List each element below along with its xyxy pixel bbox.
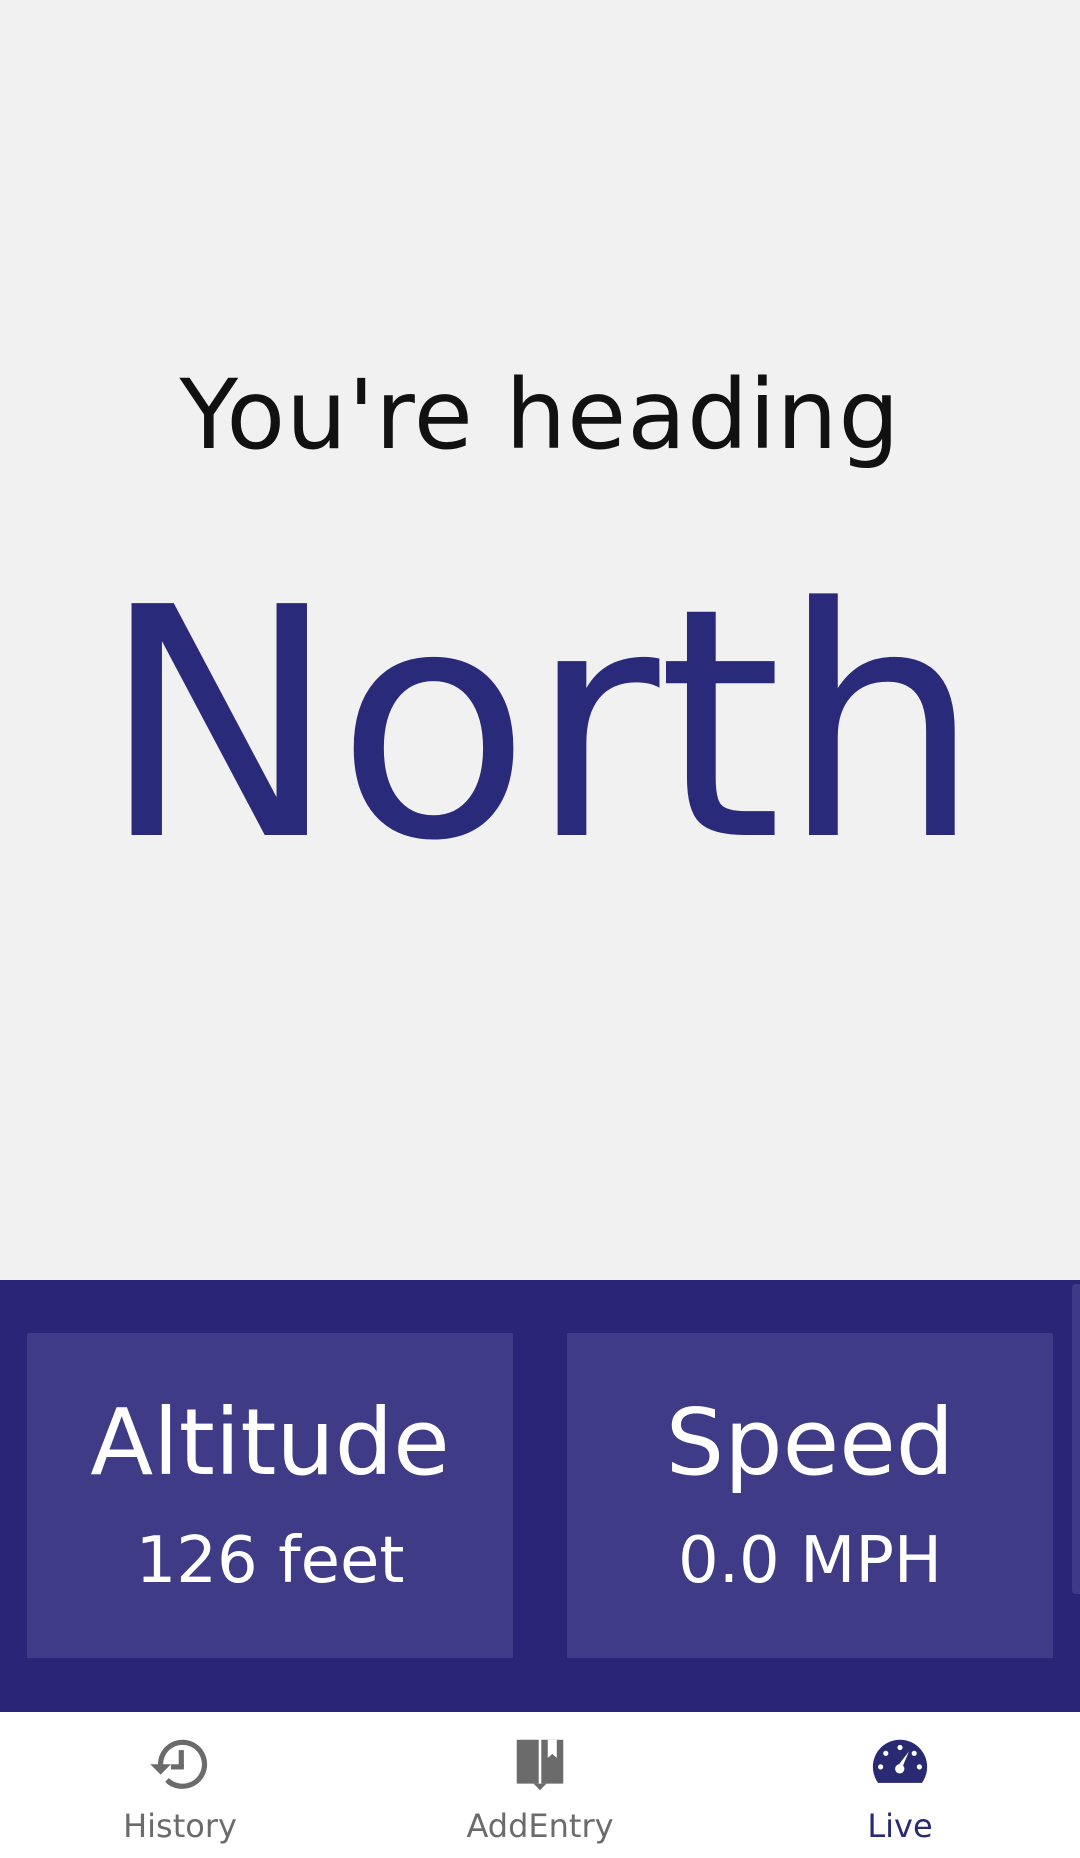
altitude-value: 126 feet bbox=[135, 1524, 405, 1598]
nav-label-history: History bbox=[123, 1807, 237, 1845]
heading-direction: North bbox=[100, 540, 981, 910]
speed-title: Speed bbox=[665, 1389, 955, 1496]
nav-item-live[interactable]: Live bbox=[720, 1712, 1080, 1858]
heading-display: You're heading North bbox=[0, 0, 1080, 1280]
book-icon bbox=[509, 1732, 571, 1794]
speedometer-icon bbox=[869, 1732, 931, 1794]
bottom-navigation: History AddEntry Live bbox=[0, 1712, 1080, 1858]
nav-item-history[interactable]: History bbox=[0, 1712, 360, 1858]
stats-scrollbar[interactable] bbox=[1072, 1284, 1080, 1594]
speed-value: 0.0 MPH bbox=[677, 1524, 943, 1598]
heading-label: You're heading bbox=[179, 359, 901, 471]
altitude-card: Altitude 126 feet bbox=[27, 1333, 513, 1658]
nav-label-addentry: AddEntry bbox=[466, 1807, 614, 1845]
nav-item-addentry[interactable]: AddEntry bbox=[360, 1712, 720, 1858]
history-icon bbox=[149, 1732, 211, 1794]
nav-label-live: Live bbox=[867, 1807, 933, 1845]
altitude-title: Altitude bbox=[90, 1389, 450, 1496]
speed-card: Speed 0.0 MPH bbox=[567, 1333, 1053, 1658]
